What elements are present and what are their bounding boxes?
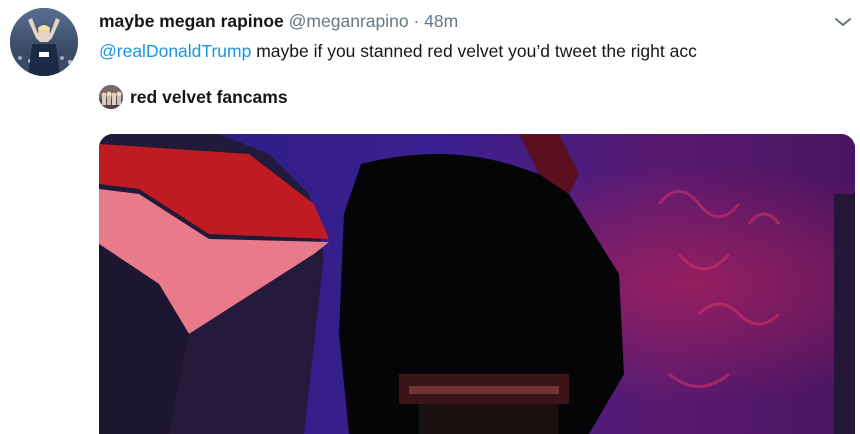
separator-dot: · [413, 11, 420, 31]
tweet-timestamp[interactable]: 48m [424, 11, 458, 31]
quoted-author-name: red velvet fancams [130, 86, 288, 107]
tweet-header: maybe megan rapinoe @meganrapino · 48m [99, 9, 820, 33]
author-avatar[interactable] [10, 8, 78, 76]
media-image[interactable] [99, 134, 855, 434]
quoted-author-avatar [99, 85, 123, 109]
author-handle[interactable]: @meganrapino [289, 11, 409, 31]
tweet-body: maybe if you stanned red velvet you’d tw… [251, 41, 697, 61]
chevron-down-icon[interactable] [833, 12, 853, 32]
performance-photo [99, 134, 855, 434]
author-display-name[interactable]: maybe megan rapinoe [99, 11, 284, 31]
quoted-tweet-author[interactable]: red velvet fancams [99, 84, 288, 110]
author-avatar-image [10, 8, 78, 76]
mention-link[interactable]: @realDonaldTrump [99, 41, 251, 61]
tweet-text: @realDonaldTrump maybe if you stanned re… [99, 38, 850, 64]
